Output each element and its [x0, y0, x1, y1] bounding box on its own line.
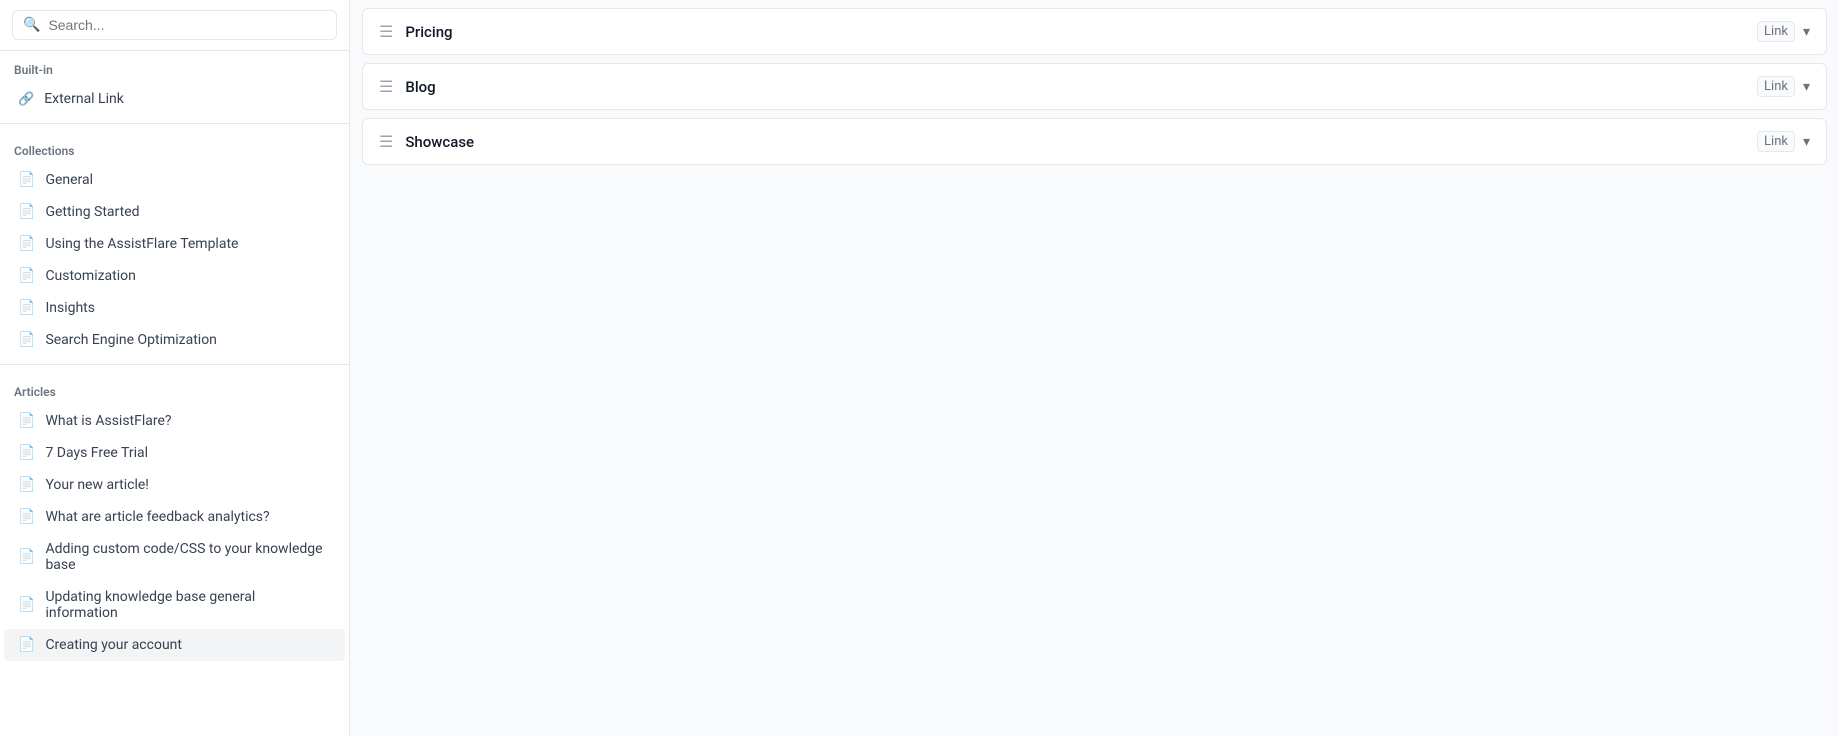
drag-handle-icon: ☰	[379, 22, 393, 41]
nav-showcase-right: Link ▾	[1757, 131, 1810, 152]
sidebar-item-feedback-analytics[interactable]: 📄 What are article feedback analytics?	[4, 501, 345, 533]
link-badge-pricing: Link	[1757, 21, 1795, 42]
search-input[interactable]	[48, 17, 326, 33]
nav-pricing-right: Link ▾	[1757, 21, 1810, 42]
nav-blog-label: Blog	[405, 78, 1757, 96]
nav-blog-right: Link ▾	[1757, 76, 1810, 97]
builtin-section-label: Built-in	[0, 51, 349, 83]
drag-handle-icon: ☰	[379, 132, 393, 151]
divider-1	[0, 123, 349, 124]
doc-icon: 📄	[18, 236, 35, 252]
sidebar: 🔍 Built-in 🔗 External Link Collections 📄…	[0, 0, 350, 736]
nav-item-showcase[interactable]: ☰ Showcase Link ▾	[362, 118, 1827, 165]
nav-showcase-label: Showcase	[405, 133, 1757, 151]
sidebar-item-updating-kb[interactable]: 📄 Updating knowledge base general inform…	[4, 581, 345, 629]
new-article-label: Your new article!	[45, 477, 148, 493]
creating-account-label: Creating your account	[45, 637, 182, 653]
drag-handle-icon: ☰	[379, 77, 393, 96]
search-icon: 🔍	[23, 17, 40, 33]
chevron-down-icon[interactable]: ▾	[1803, 134, 1810, 150]
seo-label: Search Engine Optimization	[45, 332, 216, 348]
7-days-label: 7 Days Free Trial	[45, 445, 148, 461]
sidebar-item-7-days-free-trial[interactable]: 📄 7 Days Free Trial	[4, 437, 345, 469]
using-template-label: Using the AssistFlare Template	[45, 236, 238, 252]
search-wrapper[interactable]: 🔍	[12, 10, 337, 40]
sidebar-item-creating-account[interactable]: 📄 Creating your account	[4, 629, 345, 661]
doc-icon: 📄	[18, 509, 35, 525]
custom-code-label: Adding custom code/CSS to your knowledge…	[45, 541, 331, 573]
sidebar-item-general[interactable]: 📄 General	[4, 164, 345, 196]
search-container: 🔍	[0, 0, 349, 51]
doc-icon: 📄	[18, 549, 35, 565]
doc-icon: 📄	[18, 413, 35, 429]
doc-icon: 📄	[18, 597, 35, 613]
external-link-icon: 🔗	[18, 92, 34, 107]
external-link-label: External Link	[44, 91, 124, 107]
doc-icon: 📄	[18, 477, 35, 493]
chevron-down-icon[interactable]: ▾	[1803, 79, 1810, 95]
main-content: ☰ Pricing Link ▾ ☰ Blog Link ▾ ☰ Showcas…	[350, 0, 1839, 736]
sidebar-item-what-is-assistflare[interactable]: 📄 What is AssistFlare?	[4, 405, 345, 437]
doc-icon: 📄	[18, 204, 35, 220]
sidebar-item-custom-code[interactable]: 📄 Adding custom code/CSS to your knowled…	[4, 533, 345, 581]
chevron-down-icon[interactable]: ▾	[1803, 24, 1810, 40]
sidebar-item-insights[interactable]: 📄 Insights	[4, 292, 345, 324]
doc-icon: 📄	[18, 300, 35, 316]
collections-section-label: Collections	[0, 132, 349, 164]
general-label: General	[45, 172, 93, 188]
what-is-assistflare-label: What is AssistFlare?	[45, 413, 171, 429]
divider-2	[0, 364, 349, 365]
customization-label: Customization	[45, 268, 135, 284]
link-badge-showcase: Link	[1757, 131, 1795, 152]
doc-icon: 📄	[18, 332, 35, 348]
feedback-analytics-label: What are article feedback analytics?	[45, 509, 269, 525]
sidebar-item-external-link[interactable]: 🔗 External Link	[4, 83, 345, 115]
sidebar-item-getting-started[interactable]: 📄 Getting Started	[4, 196, 345, 228]
sidebar-item-customization[interactable]: 📄 Customization	[4, 260, 345, 292]
nav-pricing-label: Pricing	[405, 23, 1757, 41]
insights-label: Insights	[45, 300, 95, 316]
nav-item-pricing[interactable]: ☰ Pricing Link ▾	[362, 8, 1827, 55]
articles-section-label: Articles	[0, 373, 349, 405]
link-badge-blog: Link	[1757, 76, 1795, 97]
doc-icon: 📄	[18, 268, 35, 284]
getting-started-label: Getting Started	[45, 204, 139, 220]
sidebar-item-using-template[interactable]: 📄 Using the AssistFlare Template	[4, 228, 345, 260]
nav-item-blog[interactable]: ☰ Blog Link ▾	[362, 63, 1827, 110]
updating-kb-label: Updating knowledge base general informat…	[45, 589, 331, 621]
doc-icon: 📄	[18, 172, 35, 188]
sidebar-item-seo[interactable]: 📄 Search Engine Optimization	[4, 324, 345, 356]
sidebar-item-new-article[interactable]: 📄 Your new article!	[4, 469, 345, 501]
doc-icon: 📄	[18, 445, 35, 461]
doc-icon: 📄	[18, 637, 35, 653]
